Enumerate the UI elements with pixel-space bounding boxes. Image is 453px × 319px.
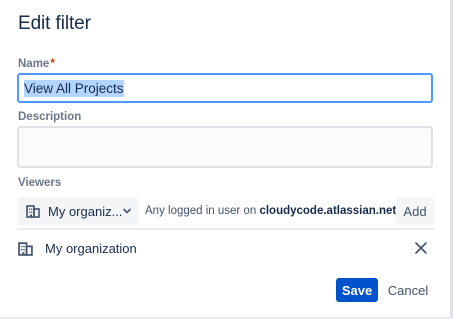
viewer-note-domain: cloudycode.atlassian.net <box>259 205 397 217</box>
chevron-down-icon <box>122 206 132 216</box>
description-input[interactable] <box>17 126 433 168</box>
viewer-item-label: My organization <box>45 240 137 256</box>
viewer-note-prefix: Any logged in user on <box>145 205 257 217</box>
name-input-value: View All Projects <box>24 79 124 97</box>
cancel-button[interactable]: Cancel <box>384 278 432 302</box>
required-marker: * <box>50 58 55 70</box>
close-icon[interactable] <box>414 241 428 255</box>
description-label: Description <box>18 111 82 123</box>
viewer-type-select[interactable]: My organiz... <box>18 197 138 225</box>
building-icon <box>26 204 40 218</box>
viewer-description: Any logged in user on cloudycode.atlassi… <box>145 205 396 217</box>
name-label-text: Name <box>18 58 50 70</box>
name-label: Name* <box>18 58 55 70</box>
viewer-list-item: My organization <box>18 236 434 260</box>
viewer-type-value: My organiz... <box>48 203 123 219</box>
add-viewer-button[interactable]: Add <box>396 197 434 225</box>
building-icon <box>18 241 33 256</box>
divider <box>17 228 435 230</box>
save-button[interactable]: Save <box>336 278 378 302</box>
viewers-label: Viewers <box>18 177 62 189</box>
name-input[interactable]: View All Projects <box>17 73 433 103</box>
edit-filter-dialog: Edit filter Name* View All Projects Desc… <box>0 0 453 319</box>
dialog-title: Edit filter <box>18 13 91 34</box>
